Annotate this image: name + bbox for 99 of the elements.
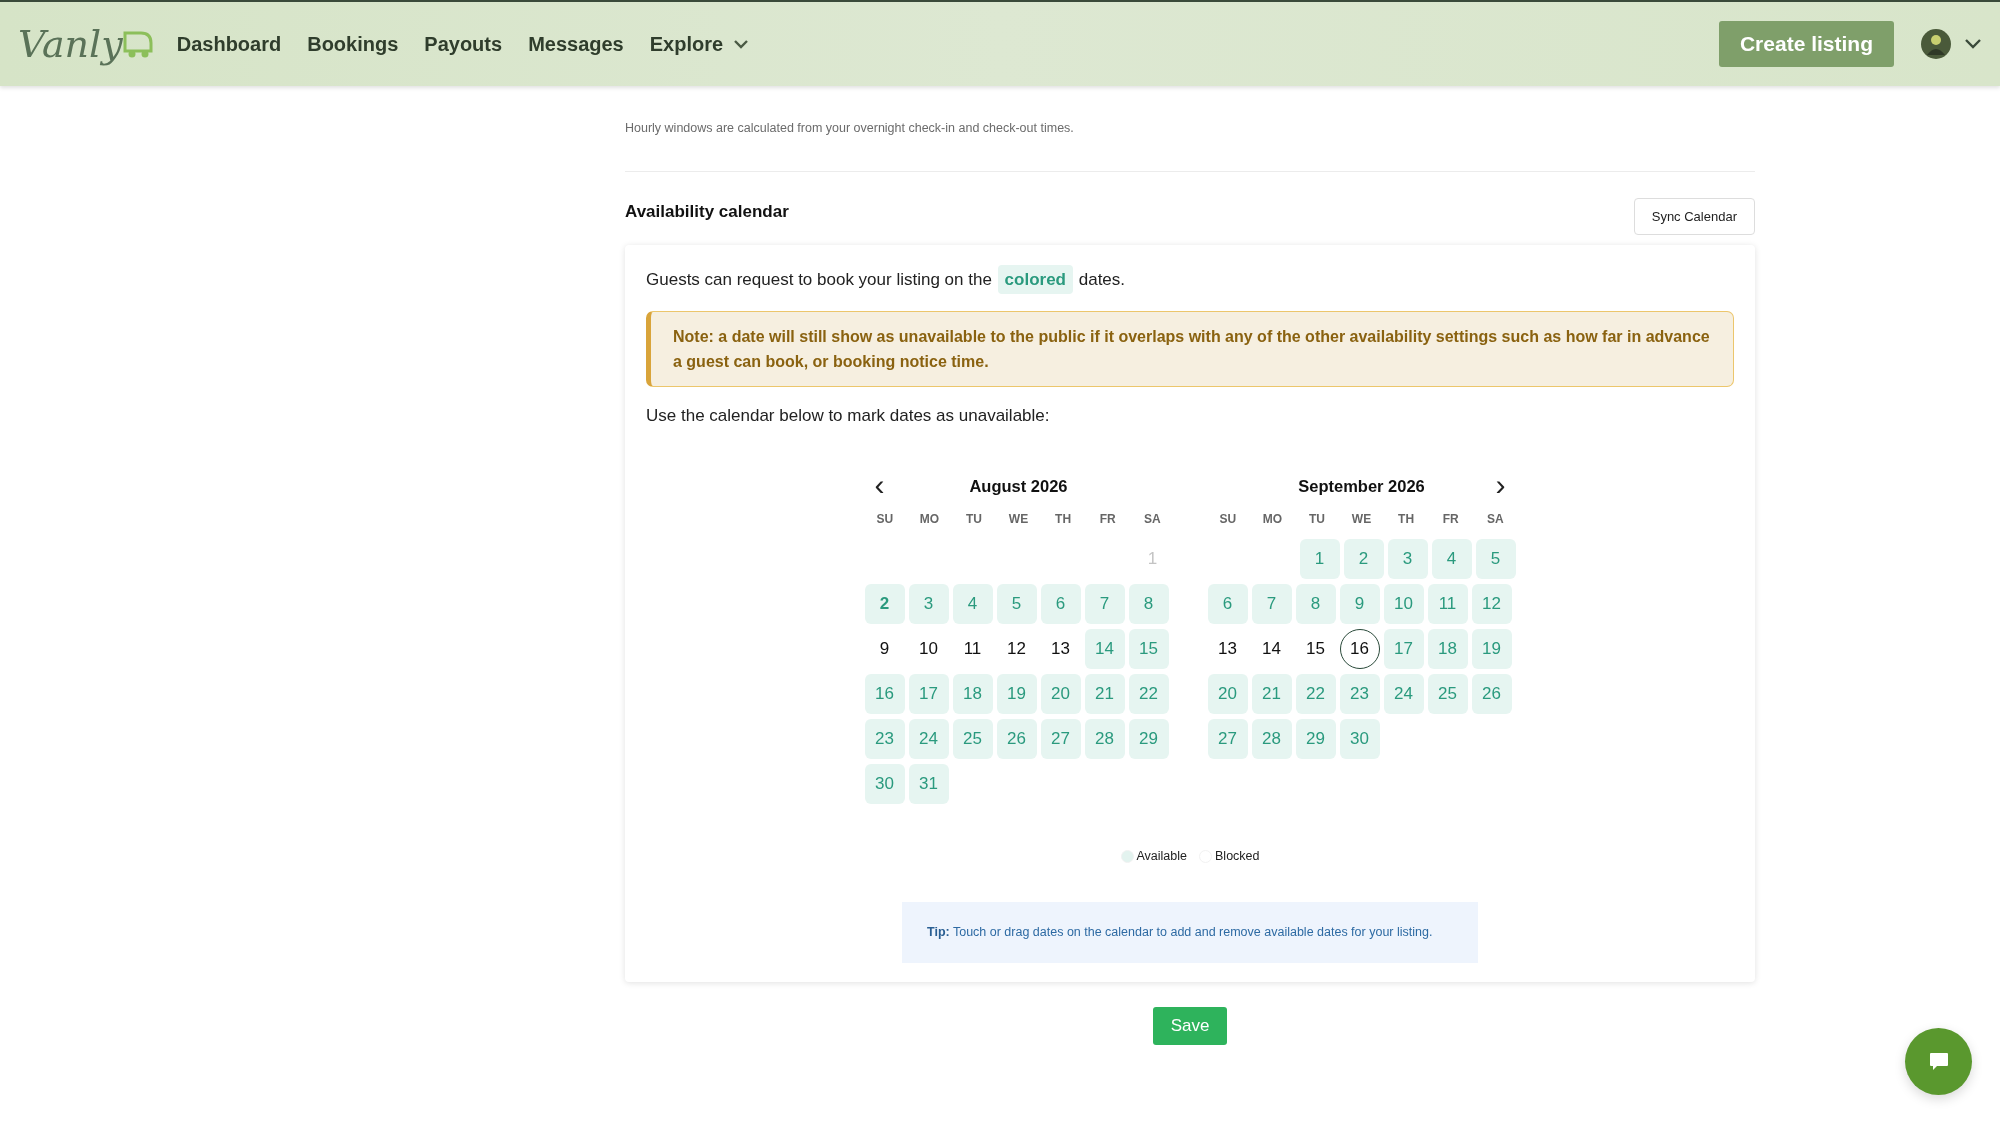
nav-dropdown[interactable]: Explore xyxy=(649,29,750,59)
calendar-day[interactable]: 21 xyxy=(1251,673,1292,714)
calendar-day[interactable]: 19 xyxy=(996,673,1037,714)
calendar-day[interactable]: 27 xyxy=(1207,718,1248,759)
nav-link[interactable]: Bookings xyxy=(307,29,399,59)
calendar-day[interactable]: 23 xyxy=(1339,673,1380,714)
legend-label: Blocked xyxy=(1215,847,1260,865)
tip-text: Tip: Touch or drag dates on the calendar to add and remove available dates for your listing. xyxy=(927,923,1433,941)
calendar-day[interactable]: 21 xyxy=(1084,673,1125,714)
calendar-day[interactable]: 15 xyxy=(1128,628,1169,669)
section-title: Availability calendar xyxy=(625,200,789,223)
weekday-label: TU xyxy=(1307,510,1326,528)
calendar-day[interactable]: 18 xyxy=(1427,628,1468,669)
availability-hint: Guests can request to book your listing on the colored dates. xyxy=(646,264,1734,295)
weekday-label: FR xyxy=(1441,510,1460,528)
calendar-day[interactable]: 17 xyxy=(908,673,949,714)
calendar-day[interactable]: 6 xyxy=(1207,583,1248,624)
calendar-day[interactable]: 17 xyxy=(1383,628,1424,669)
avatar[interactable] xyxy=(1920,28,1952,60)
calendar-day[interactable]: 14 xyxy=(1084,628,1125,669)
calendar-day[interactable]: 13 xyxy=(1207,628,1248,669)
calendar-day[interactable]: 24 xyxy=(908,718,949,759)
weekday-label: SU xyxy=(1218,510,1238,528)
previous-month-button[interactable]: ‹ xyxy=(874,471,885,498)
nav-link[interactable]: Dashboard xyxy=(176,29,282,59)
weekday-label: TH xyxy=(1054,510,1073,528)
chat-button[interactable] xyxy=(1905,1028,1972,1095)
calendar-day[interactable]: 19 xyxy=(1471,628,1512,669)
chevron-down-icon xyxy=(733,38,750,50)
nav-link[interactable]: Messages xyxy=(528,29,624,59)
calendar-day[interactable]: 22 xyxy=(1128,673,1169,714)
sync-calendar-button[interactable]: Sync Calendar xyxy=(1633,197,1755,235)
calendar-day[interactable]: 8 xyxy=(1295,583,1336,624)
weekday-label: SA xyxy=(1142,510,1162,528)
calendar-day[interactable]: 13 xyxy=(1040,628,1081,669)
calendar-day[interactable]: 25 xyxy=(952,718,993,759)
calendar-day[interactable]: 8 xyxy=(1128,583,1169,624)
calendar-day[interactable]: 26 xyxy=(1471,673,1512,714)
calendar-day[interactable]: 3 xyxy=(1387,538,1428,579)
weekday-label: TH xyxy=(1397,510,1416,528)
weekday-label: MO xyxy=(918,510,940,528)
calendar-day[interactable]: 9 xyxy=(864,628,905,669)
nav-link[interactable]: Payouts xyxy=(424,29,503,59)
hourly-note: Hourly windows are calculated from your overnight check-in and check-out times. xyxy=(625,120,1075,137)
calendar-day[interactable]: 29 xyxy=(1128,718,1169,759)
calendar-day[interactable]: 27 xyxy=(1040,718,1081,759)
weekday-label: TU xyxy=(964,510,983,528)
warning-note: Note: a date will still show as unavailable to the public if it overlaps with any of the other availability settings such as how far in advance a guest can book, or booking notice time. xyxy=(673,327,1711,373)
calendar-day[interactable]: 23 xyxy=(864,718,905,759)
calendar-day[interactable]: 2 xyxy=(1343,538,1384,579)
weekday-label: WE xyxy=(1350,510,1373,528)
calendar-day[interactable]: 5 xyxy=(996,583,1037,624)
calendar-day[interactable]: 15 xyxy=(1295,628,1336,669)
calendar-day[interactable]: 24 xyxy=(1383,673,1424,714)
calendar-day[interactable]: 4 xyxy=(1431,538,1472,579)
weekday-label: MO xyxy=(1261,510,1283,528)
weekday-label: WE xyxy=(1007,510,1030,528)
legend-label: Available xyxy=(1136,847,1187,865)
calendar-day[interactable]: 6 xyxy=(1040,583,1081,624)
calendar-day[interactable]: 12 xyxy=(996,628,1037,669)
calendar-day[interactable]: 31 xyxy=(908,763,949,804)
chevron-down-icon[interactable] xyxy=(1964,38,1982,50)
calendar-day[interactable]: 30 xyxy=(864,763,905,804)
calendar-day[interactable]: 2 xyxy=(864,583,905,624)
calendar-day[interactable]: 11 xyxy=(952,628,993,669)
month-title: September 2026 xyxy=(1298,476,1425,498)
calendar-day[interactable]: 14 xyxy=(1251,628,1292,669)
calendar-day[interactable]: 4 xyxy=(952,583,993,624)
calendar-day[interactable]: 5 xyxy=(1475,538,1516,579)
calendar-day[interactable]: 28 xyxy=(1251,718,1292,759)
weekday-label: FR xyxy=(1098,510,1117,528)
calendar-day[interactable]: 26 xyxy=(996,718,1037,759)
calendar-day[interactable]: 25 xyxy=(1427,673,1468,714)
calendar-day: 1 xyxy=(1132,538,1173,579)
calendar-day[interactable]: 9 xyxy=(1339,583,1380,624)
calendar-day[interactable]: 29 xyxy=(1295,718,1336,759)
calendar-day[interactable]: 11 xyxy=(1427,583,1468,624)
chat-icon xyxy=(1927,1050,1950,1073)
calendar-day[interactable]: 3 xyxy=(908,583,949,624)
next-month-button[interactable]: › xyxy=(1495,471,1506,498)
instruction-text: Use the calendar below to mark dates as unavailable: xyxy=(646,405,1051,428)
save-button[interactable]: Save xyxy=(1152,1006,1228,1045)
calendar-day[interactable]: 1 xyxy=(1299,538,1340,579)
calendar-day[interactable]: 30 xyxy=(1339,718,1380,759)
month-title: August 2026 xyxy=(969,476,1068,498)
calendar-day[interactable]: 10 xyxy=(908,628,949,669)
calendar-day[interactable]: 28 xyxy=(1084,718,1125,759)
calendar-day[interactable]: 20 xyxy=(1040,673,1081,714)
calendar-day[interactable]: 16 xyxy=(864,673,905,714)
calendar-day[interactable]: 12 xyxy=(1471,583,1512,624)
create-listing-button[interactable]: Create listing xyxy=(1718,21,1894,67)
weekday-label: SA xyxy=(1485,510,1505,528)
calendar-day[interactable]: 7 xyxy=(1084,583,1125,624)
calendar-day[interactable]: 20 xyxy=(1207,673,1248,714)
calendar-day[interactable]: 10 xyxy=(1383,583,1424,624)
weekday-label: SU xyxy=(875,510,895,528)
calendar-day[interactable]: 18 xyxy=(952,673,993,714)
calendar-day[interactable]: 22 xyxy=(1295,673,1336,714)
calendar-day[interactable]: 7 xyxy=(1251,583,1292,624)
